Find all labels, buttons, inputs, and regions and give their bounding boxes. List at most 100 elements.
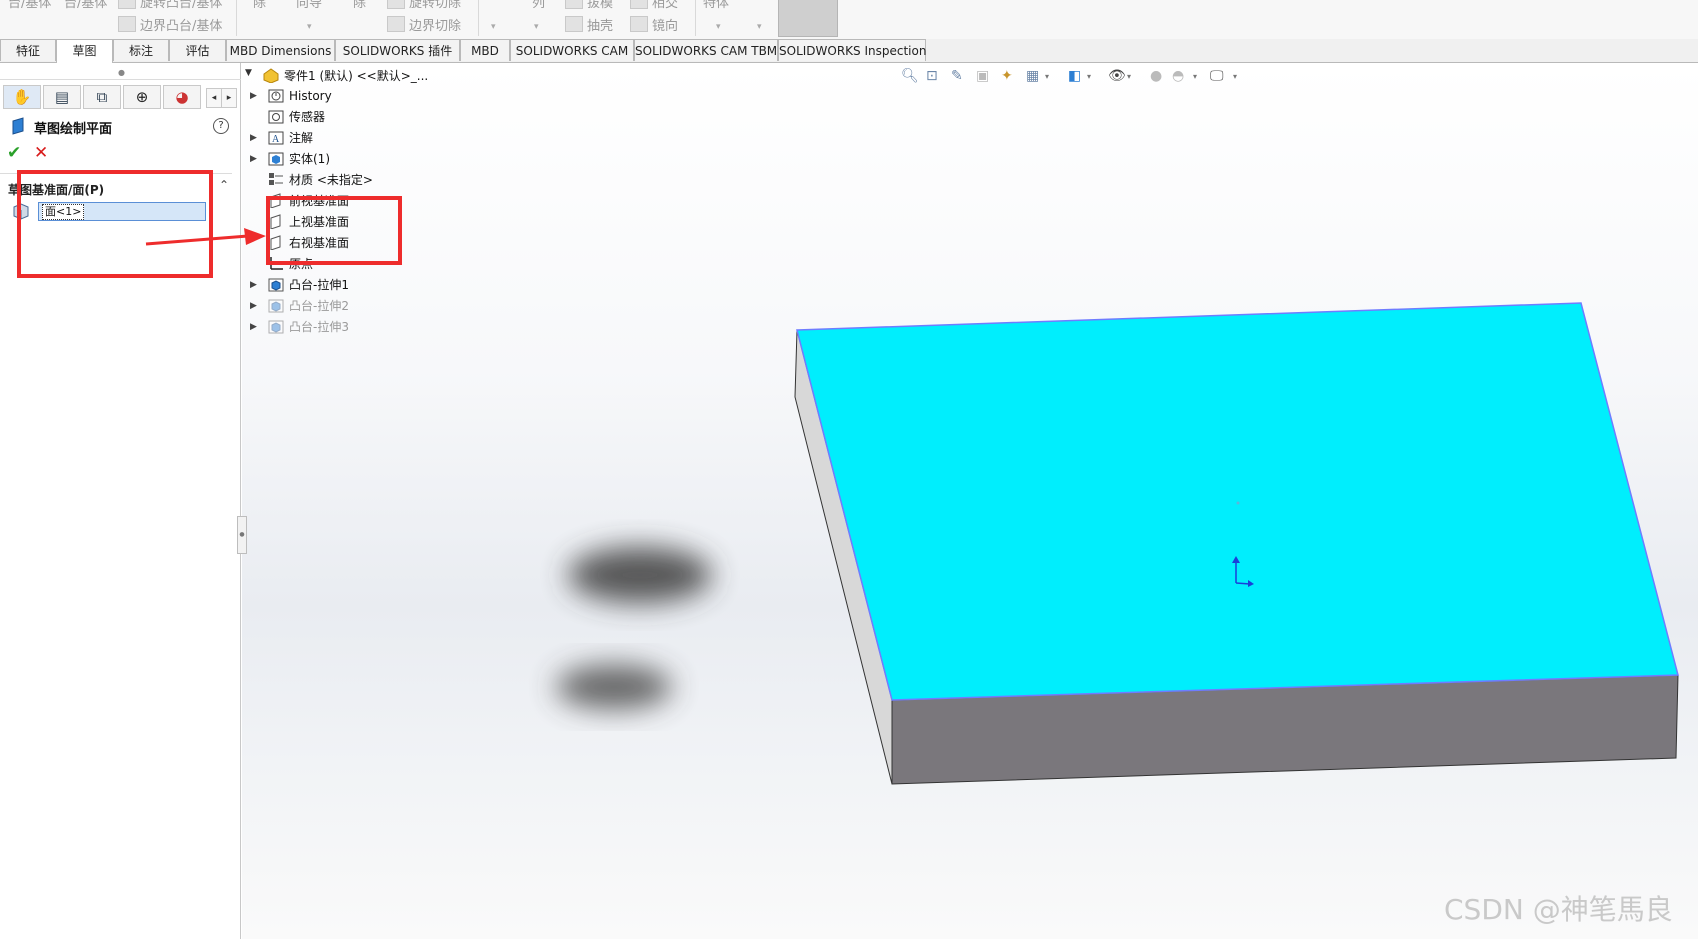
dropdown-arrow-icon[interactable]: ▾ xyxy=(757,22,762,32)
pm-title: 草图绘制平面 xyxy=(34,122,113,137)
tab-solidworks-cam-tbm[interactable]: SOLIDWORKS CAM TBM xyxy=(634,39,778,61)
shadow-blob xyxy=(556,665,672,709)
collapse-chevron-icon[interactable]: ⌃ xyxy=(219,178,229,192)
extrude-icon xyxy=(268,299,284,313)
boundary-boss-icon xyxy=(118,16,136,32)
ribbon-item[interactable]: 列 xyxy=(532,0,545,11)
tab-solidworks-addins[interactable]: SOLIDWORKS 插件 xyxy=(335,39,460,61)
solid-body-icon xyxy=(268,152,284,166)
zoom-to-area-icon[interactable]: ⊡ xyxy=(926,68,938,84)
extrude-icon xyxy=(268,278,284,292)
ribbon-item[interactable]: 边界凸台/基体 xyxy=(118,15,222,34)
tree-item-label: History xyxy=(289,89,332,103)
shell-icon xyxy=(565,16,583,32)
tree-item[interactable]: ▶ History xyxy=(250,86,332,106)
tab-mbd[interactable]: MBD xyxy=(460,39,510,61)
display-style-icon[interactable]: ◧ xyxy=(1068,68,1081,84)
tree-item[interactable]: 传感器 xyxy=(268,107,325,127)
expand-caret-icon[interactable]: ▶ xyxy=(250,296,257,316)
help-icon[interactable]: ? xyxy=(213,118,229,134)
root-caret-icon[interactable]: ▼ xyxy=(245,68,252,78)
expand-caret-icon[interactable]: ▶ xyxy=(250,149,257,169)
expand-caret-icon[interactable]: ▶ xyxy=(250,317,257,337)
tree-item-label: 实体(1) xyxy=(289,152,330,166)
tree-item[interactable]: ▶ 凸台-拉伸3 xyxy=(250,317,349,337)
zoom-to-fit-icon[interactable]: 🔍︎ xyxy=(901,68,919,84)
expand-caret-icon[interactable]: ▶ xyxy=(250,275,257,295)
scroll-left-button[interactable]: ◂ xyxy=(206,88,222,108)
panel-grip-icon[interactable]: ● xyxy=(118,68,125,77)
tab-features[interactable]: 特征 xyxy=(0,39,56,61)
apply-scene-icon[interactable]: ◓ xyxy=(1172,68,1184,84)
tree-root-part[interactable]: 零件1 (默认) <<默认>_... xyxy=(263,66,428,86)
tab-mbd-dimensions[interactable]: MBD Dimensions xyxy=(226,39,335,61)
section-view-icon[interactable]: ▣ xyxy=(976,68,989,84)
sensor-icon xyxy=(268,110,284,124)
dropdown-arrow-icon[interactable]: ▾ xyxy=(716,22,721,32)
view-settings-icon[interactable]: 🖵︎ xyxy=(1210,68,1224,84)
material-icon xyxy=(269,173,283,185)
display-manager-icon: ◕ xyxy=(175,88,189,106)
ribbon-item[interactable]: 向导 xyxy=(296,0,322,11)
tab-dimxpert-manager[interactable]: ⊕ xyxy=(123,85,161,109)
ribbon-item[interactable]: 抽壳 xyxy=(565,15,613,34)
tab-display-manager[interactable]: ◕ xyxy=(163,85,201,109)
tab-feature-manager[interactable]: ✋ xyxy=(3,85,41,109)
part-icon xyxy=(263,68,279,83)
boundary-cut-icon xyxy=(387,16,405,32)
edit-appearance-icon[interactable]: ● xyxy=(1150,68,1162,84)
dropdown-arrow-icon[interactable]: ▾ xyxy=(1045,72,1049,81)
ribbon-item[interactable]: 旋转切除 xyxy=(387,0,461,11)
highlight-box xyxy=(266,196,402,265)
dropdown-arrow-icon[interactable]: ▾ xyxy=(1233,72,1237,81)
tree-item[interactable]: ▶ 凸台-拉伸1 xyxy=(250,275,349,295)
panel-splitter-handle[interactable]: ● xyxy=(237,516,247,554)
ribbon-item[interactable]: 除 xyxy=(253,0,266,11)
tab-sketch[interactable]: 草图 xyxy=(56,39,113,63)
view-orientation-icon[interactable]: ▦ xyxy=(1026,68,1039,84)
ribbon-item[interactable]: 镜向 xyxy=(630,15,678,34)
dropdown-arrow-icon[interactable]: ▾ xyxy=(534,22,539,32)
expand-caret-icon[interactable]: ▶ xyxy=(250,86,257,106)
ribbon-item[interactable]: 旋转凸台/基体 xyxy=(118,0,222,11)
dynamic-annotation-icon[interactable]: ✦ xyxy=(1001,68,1013,84)
tab-solidworks-inspection[interactable]: SOLIDWORKS Inspection xyxy=(778,39,926,61)
dropdown-arrow-icon[interactable]: ▾ xyxy=(491,22,496,32)
ribbon-item[interactable]: 台/基体 xyxy=(64,0,107,11)
ribbon-item[interactable]: 拔模 xyxy=(565,0,613,11)
tree-item[interactable]: 材质 <未指定> xyxy=(268,170,373,190)
ribbon-item[interactable]: 边界切除 xyxy=(387,15,461,34)
tab-markup[interactable]: 标注 xyxy=(113,39,169,61)
ribbon-item[interactable]: 除 xyxy=(353,0,366,11)
expand-caret-icon[interactable]: ▶ xyxy=(250,128,257,148)
cancel-x-icon[interactable]: ✕ xyxy=(34,143,48,163)
ribbon-item[interactable]: 特体 xyxy=(703,0,729,11)
configuration-icon: ⧉ xyxy=(96,88,108,106)
previous-view-icon[interactable]: ✎ xyxy=(951,68,963,84)
tree-item[interactable]: ▶ 实体(1) xyxy=(250,149,330,169)
ribbon-item[interactable]: 台/基体 xyxy=(8,0,51,11)
intersect-icon xyxy=(630,0,648,9)
tree-item[interactable]: ▶ A 注解 xyxy=(250,128,313,148)
revolve-boss-icon xyxy=(118,0,136,9)
watermark: CSDN @神笔馬良 xyxy=(1444,893,1673,926)
mirror-icon xyxy=(630,16,648,32)
shadow-blob xyxy=(568,547,712,603)
ribbon-item[interactable]: 相交 xyxy=(630,0,678,11)
tab-evaluate[interactable]: 评估 xyxy=(169,39,226,61)
scroll-right-button[interactable]: ▸ xyxy=(221,88,237,108)
hide-show-items-icon[interactable]: 👁︎ xyxy=(1108,68,1126,84)
dropdown-arrow-icon[interactable]: ▾ xyxy=(1193,72,1197,81)
tree-item[interactable]: ▶ 凸台-拉伸2 xyxy=(250,296,349,316)
dropdown-arrow-icon[interactable]: ▾ xyxy=(1127,72,1131,81)
ok-check-icon[interactable]: ✔ xyxy=(7,143,21,163)
sketch-plane-icon xyxy=(12,117,24,135)
tab-property-manager[interactable]: ▤ xyxy=(43,85,81,109)
model-top-face[interactable] xyxy=(796,302,1679,701)
tab-solidworks-cam[interactable]: SOLIDWORKS CAM xyxy=(510,39,634,61)
draft-icon xyxy=(565,0,583,9)
annotation-arrow xyxy=(145,228,266,246)
dropdown-arrow-icon[interactable]: ▾ xyxy=(307,22,312,32)
dropdown-arrow-icon[interactable]: ▾ xyxy=(1087,72,1091,81)
tab-configuration-manager[interactable]: ⧉ xyxy=(83,85,121,109)
